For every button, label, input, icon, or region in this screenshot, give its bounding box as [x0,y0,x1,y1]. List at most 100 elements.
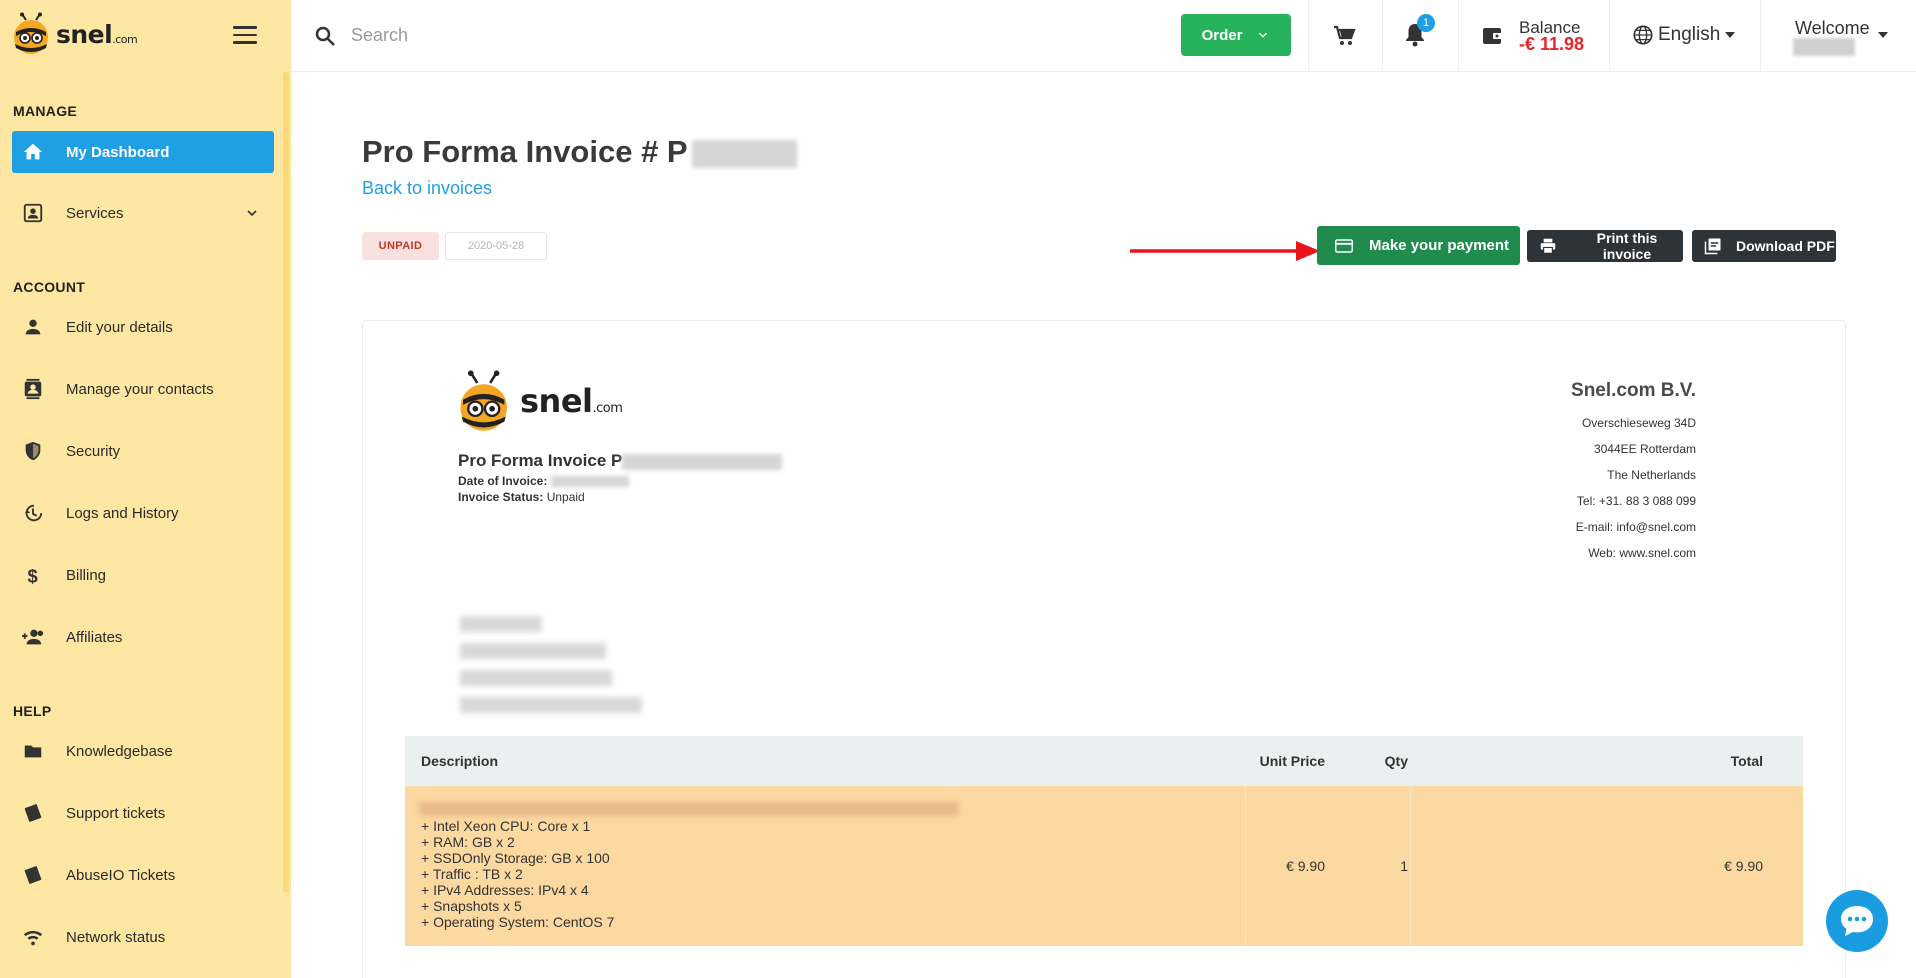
notification-badge: 1 [1417,14,1435,32]
search-input[interactable] [351,18,851,52]
cart-icon[interactable] [1332,24,1358,48]
brand-logo[interactable]: snel.com [10,12,138,56]
balance-value: -€ 11.98 [1519,34,1585,54]
sidebar-item-label: Manage your contacts [66,380,214,398]
sidebar-item-label: Security [66,442,121,460]
make-payment-button[interactable]: Make your payment [1317,226,1520,265]
credit-card-icon [1335,238,1353,253]
column-divider [1410,786,1411,946]
product-name-redacted [419,802,959,816]
add-people-icon [20,624,46,650]
company-address-line: Overschieseweg 34D [1581,416,1696,430]
wifi-icon [20,924,46,950]
order-button[interactable]: Order [1181,14,1291,56]
invoice-date-line: Date of Invoice: [458,474,629,488]
sidebar-scrollbar[interactable] [283,72,289,892]
language-label: English [1658,24,1721,45]
page-title: Pro Forma Invoice # P [362,134,797,170]
invoice-doc-title: Pro Forma Invoice P [458,451,783,471]
ticket-icon [20,862,46,888]
column-divider [1245,786,1246,946]
sidebar-item-knowledgebase[interactable]: Knowledgebase [12,730,274,772]
chevron-down-icon [1259,32,1268,38]
bee-logo-icon [14,12,48,54]
header-qty: Qty [1384,753,1408,769]
sidebar-item-label: Billing [66,566,107,584]
header-description: Description [421,753,499,769]
sidebar-item-security[interactable]: Security [12,430,274,472]
invoice-logo: snel.com [456,370,623,432]
invoice-number-redacted [691,139,797,168]
section-account: ACCOUNT [13,279,86,295]
invoice-brand-name: snel.com [520,382,623,420]
company-address-line: The Netherlands [1607,468,1696,482]
bee-logo-icon [460,370,507,431]
status-badge: UNPAID [362,232,439,260]
sidebar-item-support[interactable]: Support tickets [12,792,274,834]
sidebar-item-label: Logs and History [66,504,179,522]
wallet-icon [1483,28,1503,44]
download-pdf-button[interactable]: Download PDF [1692,230,1836,262]
page-title-text: Pro Forma Invoice # P [362,134,688,169]
language-selector[interactable]: English [1632,24,1736,46]
invoice-status-line: Invoice Status: Unpaid [458,490,585,504]
services-icon [20,200,46,226]
sidebar-item-contacts[interactable]: Manage your contacts [12,368,274,410]
dollar-icon: $ [20,562,46,588]
sidebar-item-label: AbuseIO Tickets [66,866,176,884]
history-icon [20,500,46,526]
sidebar-item-logs[interactable]: Logs and History [12,492,274,534]
chevron-down-icon [247,210,257,217]
shield-icon [20,438,46,464]
divider [1609,0,1610,72]
home-icon [20,139,46,165]
globe-icon [1633,25,1653,45]
header-total: Total [1730,753,1763,769]
sidebar-item-label: Support tickets [66,804,166,822]
header-unit-price: Unit Price [1259,753,1325,769]
sidebar-item-services[interactable]: Services [12,192,274,234]
person-icon [20,314,46,340]
sidebar-item-abuseio[interactable]: AbuseIO Tickets [12,854,274,896]
divider [1382,0,1383,72]
folder-icon [20,738,46,764]
sidebar-item-label: My Dashboard [66,143,170,161]
download-pdf-label: Download PDF [1736,238,1835,254]
menu-toggle-icon[interactable] [233,26,257,44]
customer-address-redacted [460,616,542,632]
sidebar-item-affiliates[interactable]: Affiliates [12,616,274,658]
print-invoice-button[interactable]: Print this invoice [1527,230,1683,262]
company-phone: Tel: +31. 88 3 088 099 [1576,494,1696,508]
company-email: E-mail: info@snel.com [1575,520,1696,534]
search-icon[interactable] [313,24,337,48]
sidebar-item-label: Knowledgebase [66,742,173,760]
sidebar: snel.com MANAGE My Dashboard Services AC… [0,0,291,978]
red-arrow-annotation [1130,241,1320,261]
date-badge: 2020-05-28 [445,232,547,260]
company-name: Snel.com B.V. [1571,380,1696,401]
make-payment-label: Make your payment [1369,237,1510,254]
table-row: + Intel Xeon CPU: Core x 1 + RAM: GB x 2… [405,786,1803,946]
live-chat-button[interactable] [1826,890,1888,952]
user-menu[interactable]: Welcome [1795,18,1870,39]
customer-address-redacted [460,697,642,713]
caret-down-icon[interactable] [1877,30,1889,40]
invoice-table-header: Description Unit Price Qty Total [405,736,1803,786]
caret-down-icon [1725,32,1736,38]
company-address-line: 3044EE Rotterdam [1593,442,1696,456]
svg-text:$: $ [28,565,38,586]
divider [1458,0,1459,72]
cell-total: € 9.90 [1724,858,1763,874]
sidebar-item-edit-details[interactable]: Edit your details [12,306,274,348]
sidebar-item-billing[interactable]: $ Billing [12,554,274,596]
invoice-number-redacted [622,453,783,470]
printer-icon [1539,238,1557,254]
back-to-invoices-link[interactable]: Back to invoices [362,178,492,199]
cell-qty: 1 [1400,858,1408,874]
sidebar-item-network[interactable]: Network status [12,916,274,958]
cell-unit-price: € 9.90 [1286,858,1325,874]
section-manage: MANAGE [13,103,78,119]
sidebar-item-dashboard[interactable]: My Dashboard [12,131,274,173]
order-label: Order [1201,26,1243,44]
sidebar-item-label: Affiliates [66,628,123,646]
